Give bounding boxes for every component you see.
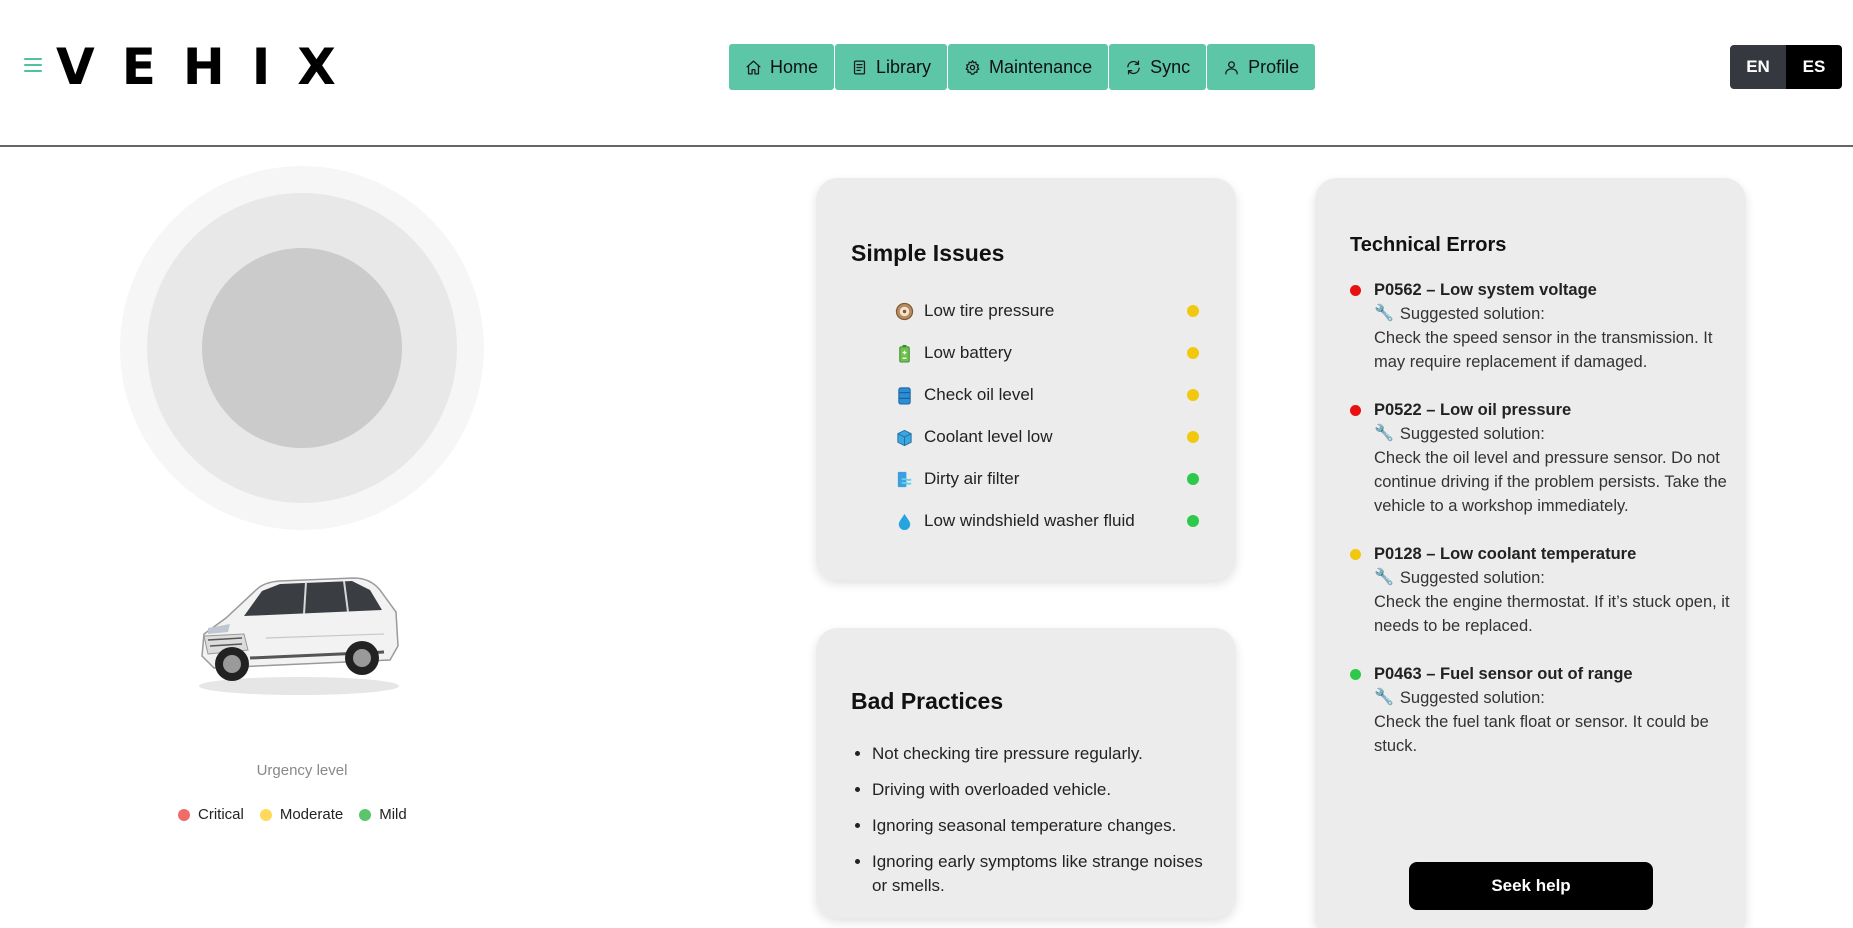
list-item: Not checking tire pressure regularly. bbox=[872, 742, 1222, 766]
technical-errors-card: Technical Errors P0562 – Low system volt… bbox=[1315, 178, 1746, 928]
wrench-icon: 🔧 bbox=[1374, 569, 1394, 586]
top-header: VEHIX Home Library Maintenance Sync Prof… bbox=[0, 0, 1853, 147]
hamburger-menu-icon[interactable] bbox=[24, 58, 42, 72]
legend-critical-label: Critical bbox=[198, 806, 244, 823]
error-severity-dot bbox=[1350, 549, 1361, 560]
issue-status-dot bbox=[1187, 347, 1199, 359]
air-filter-icon bbox=[894, 469, 914, 489]
wrench-icon: 🔧 bbox=[1374, 689, 1394, 706]
legend-critical: Critical bbox=[178, 806, 244, 823]
error-solution: Check the speed sensor in the transmissi… bbox=[1374, 329, 1713, 371]
legend-critical-dot bbox=[178, 808, 190, 821]
sync-icon bbox=[1127, 59, 1140, 75]
battery-icon bbox=[894, 343, 914, 363]
list-item[interactable]: Coolant level low bbox=[894, 416, 1199, 458]
droplet-icon bbox=[894, 511, 914, 531]
tire-icon bbox=[894, 301, 914, 321]
nav-home-label: Home bbox=[770, 56, 819, 77]
error-code: P0128 – Low coolant temperature bbox=[1374, 545, 1637, 563]
bad-practices-card: Bad Practices Not checking tire pressure… bbox=[816, 628, 1236, 918]
suggested-solution-label: Suggested solution: bbox=[1399, 305, 1545, 323]
error-solution: Check the oil level and pressure sensor.… bbox=[1374, 449, 1727, 515]
issue-status-dot bbox=[1187, 305, 1199, 317]
error-severity-dot bbox=[1350, 669, 1361, 680]
nav-profile[interactable]: Profile bbox=[1207, 44, 1316, 90]
list-item: P0522 – Low oil pressure 🔧 Suggested solu… bbox=[1350, 398, 1730, 518]
wrench-icon: 🔧 bbox=[1374, 425, 1394, 442]
urgency-level-label: Urgency level bbox=[256, 762, 348, 779]
error-solution: Check the fuel tank float or sensor. It … bbox=[1374, 713, 1709, 755]
main-nav: Home Library Maintenance Sync Profile bbox=[729, 44, 1316, 90]
urgency-gauge bbox=[120, 166, 484, 530]
legend-moderate: Moderate bbox=[259, 806, 344, 823]
urgency-gauge-middle-ring bbox=[147, 193, 457, 503]
nav-library-label: Library bbox=[876, 56, 932, 77]
brand-logo[interactable]: VEHIX bbox=[56, 36, 363, 98]
issue-label: Dirty air filter bbox=[924, 469, 1020, 488]
simple-issues-title: Simple Issues bbox=[851, 240, 1005, 266]
list-item: Ignoring early symptoms like strange noi… bbox=[872, 850, 1222, 898]
list-item[interactable]: Low battery bbox=[894, 332, 1199, 374]
issue-status-dot bbox=[1187, 515, 1199, 527]
nav-profile-label: Profile bbox=[1248, 56, 1300, 77]
wrench-icon: 🔧 bbox=[1374, 305, 1394, 322]
list-item: Driving with overloaded vehicle. bbox=[872, 778, 1222, 802]
issue-label: Low windshield washer fluid bbox=[924, 511, 1135, 530]
list-item: P0562 – Low system voltage 🔧 Suggested so… bbox=[1350, 278, 1730, 374]
nav-sync[interactable]: Sync bbox=[1109, 44, 1207, 90]
legend-moderate-label: Moderate bbox=[279, 806, 344, 823]
simple-issues-list: Low tire pressure Low battery Check oil … bbox=[894, 290, 1199, 542]
user-icon bbox=[1225, 60, 1238, 75]
simple-issues-card: Simple Issues Low tire pressure Low batt… bbox=[816, 178, 1236, 580]
legend-mild: Mild bbox=[359, 806, 407, 823]
nav-maintenance-label: Maintenance bbox=[989, 56, 1093, 77]
legend-mild-label: Mild bbox=[379, 806, 407, 823]
issue-label: Coolant level low bbox=[924, 427, 1053, 446]
error-severity-dot bbox=[1350, 285, 1361, 296]
issue-status-dot bbox=[1187, 473, 1199, 485]
error-severity-dot bbox=[1350, 405, 1361, 416]
issue-label: Check oil level bbox=[924, 385, 1034, 404]
urgency-legend: Critical Moderate Mild bbox=[178, 806, 407, 823]
language-es-button[interactable]: ES bbox=[1786, 45, 1842, 89]
list-item[interactable]: Dirty air filter bbox=[894, 458, 1199, 500]
urgency-gauge-core bbox=[202, 248, 402, 448]
suggested-solution-label: Suggested solution: bbox=[1399, 425, 1545, 443]
nav-home[interactable]: Home bbox=[729, 44, 835, 90]
seek-help-button[interactable]: Seek help bbox=[1409, 862, 1653, 910]
coolant-box-icon bbox=[894, 427, 914, 447]
gear-icon bbox=[965, 59, 980, 75]
bad-practices-list: Not checking tire pressure regularly. Dr… bbox=[872, 742, 1222, 910]
home-icon bbox=[746, 59, 761, 75]
error-solution: Check the engine thermostat. If it’s stu… bbox=[1374, 593, 1730, 635]
legend-mild-dot bbox=[359, 808, 372, 821]
error-code: P0463 – Fuel sensor out of range bbox=[1374, 665, 1633, 683]
issue-status-dot bbox=[1187, 431, 1199, 443]
list-item: P0128 – Low coolant temperature 🔧 Suggest… bbox=[1350, 542, 1730, 638]
list-item: P0463 – Fuel sensor out of range 🔧 Sugges… bbox=[1350, 662, 1730, 758]
list-item: Ignoring seasonal temperature changes. bbox=[872, 814, 1222, 838]
list-item[interactable]: Low tire pressure bbox=[894, 290, 1199, 332]
vehicle-image bbox=[199, 577, 399, 695]
technical-errors-list: P0562 – Low system voltage 🔧 Suggested so… bbox=[1350, 278, 1730, 782]
bad-practices-title: Bad Practices bbox=[851, 688, 1004, 714]
nav-library[interactable]: Library bbox=[835, 44, 948, 90]
error-code: P0562 – Low system voltage bbox=[1374, 281, 1597, 299]
issue-status-dot bbox=[1187, 389, 1199, 401]
issue-label: Low battery bbox=[924, 343, 1012, 362]
nav-maintenance[interactable]: Maintenance bbox=[948, 44, 1109, 90]
issue-label: Low tire pressure bbox=[924, 301, 1055, 320]
legend-moderate-dot bbox=[259, 808, 272, 821]
error-code: P0522 – Low oil pressure bbox=[1374, 401, 1572, 419]
language-en-button[interactable]: EN bbox=[1730, 45, 1786, 89]
list-item[interactable]: Low windshield washer fluid bbox=[894, 500, 1199, 542]
library-icon bbox=[853, 59, 866, 75]
nav-sync-label: Sync bbox=[1150, 56, 1191, 77]
language-switcher: EN ES bbox=[1730, 45, 1842, 89]
oil-barrel-icon bbox=[894, 385, 914, 405]
technical-errors-title: Technical Errors bbox=[1350, 234, 1507, 256]
suggested-solution-label: Suggested solution: bbox=[1399, 569, 1545, 587]
suggested-solution-label: Suggested solution: bbox=[1399, 689, 1545, 707]
list-item[interactable]: Check oil level bbox=[894, 374, 1199, 416]
